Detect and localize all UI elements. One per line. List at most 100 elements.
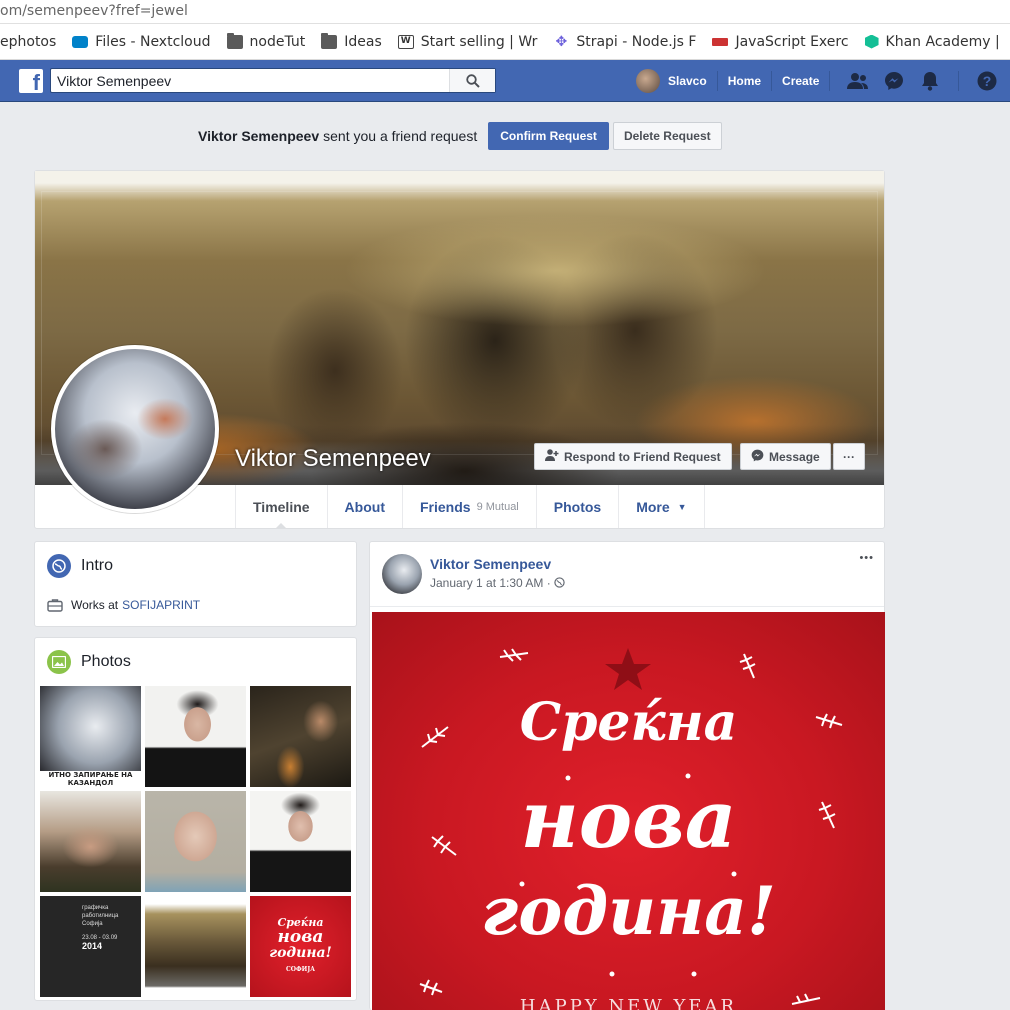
- js-icon: [712, 37, 729, 46]
- confirm-request-button[interactable]: Confirm Request: [488, 122, 609, 150]
- tab-more[interactable]: More ▼: [619, 485, 705, 528]
- profile-tabs: Timeline About Friends 9 Mutual Photos Mo…: [235, 485, 705, 529]
- divider: [958, 71, 960, 91]
- notifications-button[interactable]: [912, 60, 948, 102]
- intro-title: Intro: [81, 557, 114, 574]
- intro-card: Intro Works at SOFIJAPRINT: [34, 541, 357, 627]
- caret-down-icon: ▼: [677, 501, 687, 512]
- search-input[interactable]: [51, 69, 451, 92]
- w-icon: W: [397, 34, 414, 49]
- messenger-icon: [885, 72, 904, 90]
- bookmark-khan[interactable]: Khan Academy |: [864, 34, 1000, 50]
- message-button[interactable]: Message: [740, 443, 831, 470]
- profile-picture[interactable]: [51, 345, 219, 513]
- post-author[interactable]: Viktor Semenpeev: [430, 556, 565, 572]
- folder-icon: [226, 32, 243, 49]
- divider: [716, 71, 718, 91]
- photos-header: Photos: [47, 650, 131, 674]
- photo-thumbnail[interactable]: ИТНО ЗАПИРАЊЕ НА КАЗАНДОЛ: [40, 686, 141, 787]
- bookmarks-bar: ephotos Files - Nextcloud nodeTut Ideas …: [0, 24, 1010, 60]
- post-image[interactable]: Среќна нова година! HAPPY NEW YEAR: [372, 612, 885, 1010]
- tab-photos[interactable]: Photos: [537, 485, 620, 528]
- photo-thumbnail[interactable]: [40, 791, 141, 892]
- photos-title[interactable]: Photos: [81, 653, 131, 671]
- photo-thumbnail[interactable]: графичка работилница Софија 23.08 - 03.0…: [40, 896, 141, 997]
- messenger-icon: [751, 449, 764, 465]
- home-link[interactable]: Home: [728, 74, 761, 88]
- respond-friend-request-button[interactable]: Respond to Friend Request: [534, 443, 732, 470]
- delete-request-button[interactable]: Delete Request: [612, 122, 722, 150]
- bookmark-nextcloud[interactable]: Files - Nextcloud: [72, 34, 211, 50]
- avatar[interactable]: [636, 69, 660, 93]
- requester-name[interactable]: Viktor Semenpeev: [198, 128, 319, 144]
- more-dots-icon: ···: [843, 449, 855, 464]
- briefcase-icon: [47, 599, 63, 612]
- create-link[interactable]: Create: [782, 74, 819, 88]
- profile-link[interactable]: Slavco: [668, 74, 707, 88]
- respond-label: Respond to Friend Request: [564, 449, 721, 464]
- facebook-header: f Slavco Home Create ?: [0, 60, 1010, 102]
- photos-card: Photos ИТНО ЗАПИРАЊЕ НА КАЗАНДОЛ графичк…: [34, 637, 357, 1001]
- separator: ·: [546, 576, 551, 590]
- post-image-line-1: Среќна: [519, 692, 738, 753]
- avatar[interactable]: [382, 554, 422, 594]
- photo-thumbnail[interactable]: [250, 791, 351, 892]
- bookmark-strapi[interactable]: ✥ Strapi - Node.js F: [553, 34, 696, 50]
- bookmark-nodetut[interactable]: nodeTut: [226, 32, 305, 50]
- more-options-button[interactable]: ···: [833, 443, 865, 470]
- tab-about[interactable]: About: [328, 485, 403, 528]
- post-image-line-2: нова: [520, 772, 737, 866]
- friend-request-bar: Viktor Semenpeev sent you a friend reque…: [198, 122, 722, 150]
- profile-header: Viktor Semenpeev Respond to Friend Reque…: [34, 170, 885, 529]
- post-header: Viktor Semenpeev January 1 at 1:30 AM ·: [430, 556, 565, 590]
- photo-thumbnail[interactable]: [145, 791, 246, 892]
- url-bar[interactable]: om/semenpeev?fref=jewel: [0, 0, 1010, 24]
- post-card: Viktor Semenpeev January 1 at 1:30 AM · …: [369, 541, 885, 1010]
- facebook-logo-icon[interactable]: f: [19, 69, 43, 93]
- message-label: Message: [769, 449, 820, 464]
- divider: [370, 606, 884, 607]
- search-icon: [465, 73, 480, 88]
- bookmark-javascript[interactable]: JavaScript Exerc: [712, 34, 849, 50]
- header-nav: Slavco Home Create ?: [636, 60, 1005, 102]
- post-date[interactable]: January 1 at 1:30 AM: [430, 576, 543, 590]
- strapi-icon: ✥: [555, 33, 568, 50]
- bookmark-ephotos[interactable]: ephotos: [0, 34, 56, 50]
- bell-icon: [922, 72, 939, 91]
- photos-icon: [47, 650, 71, 674]
- photo-thumbnail[interactable]: Среќна нова година! СОФИЈА: [250, 896, 351, 997]
- nextcloud-icon: [72, 35, 89, 48]
- employer-link[interactable]: SOFIJAPRINT: [122, 598, 200, 612]
- post-options-button[interactable]: •••: [859, 552, 874, 564]
- photo-caption: ИТНО ЗАПИРАЊЕ НА КАЗАНДОЛ: [40, 771, 141, 787]
- post-meta: January 1 at 1:30 AM ·: [430, 576, 565, 590]
- friends-icon: [847, 73, 869, 89]
- search-box: [50, 68, 496, 93]
- tab-timeline[interactable]: Timeline: [236, 485, 328, 529]
- tab-friends[interactable]: Friends 9 Mutual: [403, 485, 537, 528]
- search-button[interactable]: [449, 69, 495, 92]
- post-image-line-3: година!: [481, 872, 776, 950]
- friend-request-text: sent you a friend request: [323, 128, 478, 144]
- help-icon: ?: [977, 71, 997, 91]
- works-at-label: Works at: [71, 598, 119, 612]
- help-button[interactable]: ?: [969, 60, 1005, 102]
- khan-icon: [864, 34, 879, 49]
- divider: [829, 71, 831, 91]
- bookmark-ideas[interactable]: Ideas: [321, 32, 382, 50]
- work-row: Works at SOFIJAPRINT: [47, 598, 200, 612]
- divider: [771, 71, 773, 91]
- profile-name[interactable]: Viktor Semenpeev: [235, 445, 431, 473]
- url-text: om/semenpeev?fref=jewel: [0, 3, 188, 19]
- add-friend-icon: [545, 449, 559, 464]
- folder-icon: [321, 32, 338, 49]
- friend-requests-button[interactable]: [840, 60, 876, 102]
- bookmark-start-selling[interactable]: W Start selling | Wr: [397, 34, 537, 50]
- photo-thumbnail[interactable]: [250, 686, 351, 787]
- messenger-button[interactable]: [876, 60, 912, 102]
- globe-icon: [554, 577, 565, 588]
- intro-header: Intro: [47, 554, 113, 578]
- photo-thumbnail[interactable]: [145, 686, 246, 787]
- photo-thumbnail[interactable]: [145, 896, 246, 997]
- svg-text:?: ?: [983, 73, 992, 89]
